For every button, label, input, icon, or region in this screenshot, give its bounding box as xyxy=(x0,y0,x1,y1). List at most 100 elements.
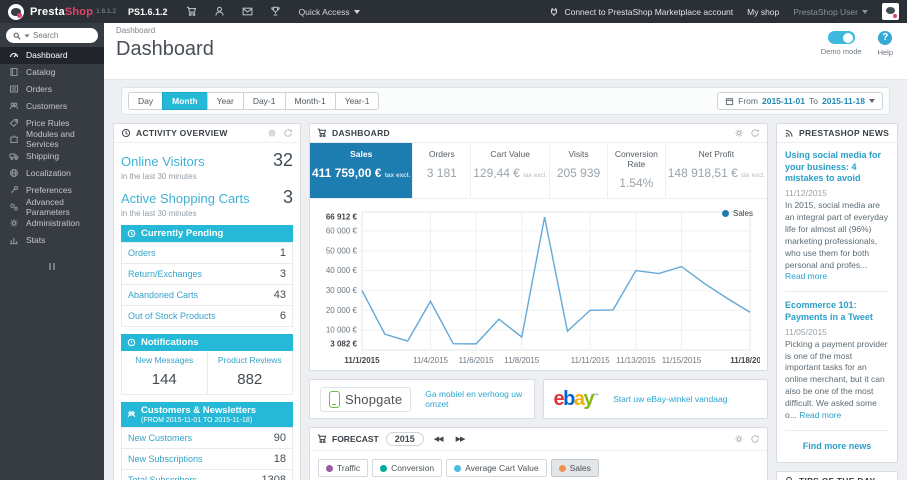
abandoned-carts-link[interactable]: Abandoned Carts xyxy=(128,290,198,300)
chart-legend[interactable]: Sales xyxy=(721,209,753,218)
read-more-link[interactable]: Read more xyxy=(799,410,841,420)
avatar[interactable] xyxy=(882,3,899,20)
pending-returns-link[interactable]: Return/Exchanges xyxy=(128,269,202,279)
ebay-banner[interactable]: ebay™ Start uw eBay-winkel vandaag xyxy=(542,379,768,419)
cart-icon[interactable] xyxy=(186,6,197,17)
gears-icon xyxy=(10,203,18,211)
sidebar-item-label: Administration xyxy=(26,218,80,229)
product-reviews-cell[interactable]: Product Reviews 882 xyxy=(206,351,293,394)
kpi-label: Visits xyxy=(568,149,589,159)
legend-traffic-toggle[interactable]: Traffic xyxy=(318,459,369,477)
period-year-button[interactable]: Year xyxy=(206,92,244,110)
kpi-net-profit-tab[interactable]: Net Profit 148 918,51 € tax excl. xyxy=(664,143,767,198)
customer-icon[interactable] xyxy=(214,6,225,17)
out-of-stock-link[interactable]: Out of Stock Products xyxy=(128,311,216,321)
next-year-button[interactable]: ▶▶ xyxy=(453,433,468,445)
sidebar-collapse-button[interactable] xyxy=(0,262,104,270)
kpi-cart-value-tab[interactable]: Cart Value 129,44 € tax excl. xyxy=(470,143,549,198)
svg-text:60 000 €: 60 000 € xyxy=(326,226,358,235)
marketplace-link[interactable]: Connect to PrestaShop Marketplace accoun… xyxy=(549,7,733,17)
sidebar-item-orders[interactable]: Orders xyxy=(0,81,104,98)
date-range-picker[interactable]: From 2015-11-01 To 2015-11-18 xyxy=(717,92,883,110)
gear-icon[interactable] xyxy=(734,434,744,444)
online-visitors-link[interactable]: Online Visitors xyxy=(121,154,205,169)
traffic-dot-icon xyxy=(326,464,333,472)
kpi-orders-tab[interactable]: Orders 3 181 xyxy=(412,143,470,198)
kpi-note: tax excl. xyxy=(741,172,765,179)
sidebar-item-advanced-parameters[interactable]: Advanced Parameters xyxy=(0,197,104,217)
cart-icon xyxy=(317,434,327,444)
article-title-link[interactable]: Ecommerce 101: Payments in a Tweet xyxy=(785,300,889,323)
active-carts-link[interactable]: Active Shopping Carts xyxy=(121,191,250,206)
chevron-down-icon[interactable] xyxy=(24,33,30,38)
sidebar-item-administration[interactable]: Administration xyxy=(0,215,104,232)
demo-mode-toggle[interactable] xyxy=(827,31,855,44)
sidebar-item-modules[interactable]: Modules and Services xyxy=(0,129,104,149)
new-customers-link[interactable]: New Customers xyxy=(128,433,192,443)
trophy-icon[interactable] xyxy=(270,6,281,17)
sidebar-item-localization[interactable]: Localization xyxy=(0,165,104,182)
period-day-button[interactable]: Day xyxy=(128,92,164,110)
kpi-visits-tab[interactable]: Visits 205 939 xyxy=(549,143,607,198)
total-subscribers-link[interactable]: Total Subscribers xyxy=(128,475,197,480)
read-more-link[interactable]: Read more xyxy=(785,271,827,281)
tips-title: TIPS OF THE DAY xyxy=(799,476,875,480)
user-menu[interactable]: PrestaShop User xyxy=(793,7,868,17)
refresh-icon[interactable] xyxy=(283,128,293,138)
search-input[interactable] xyxy=(33,31,85,40)
puzzle-icon xyxy=(10,135,18,144)
pending-orders-link[interactable]: Orders xyxy=(128,248,156,258)
article-title-link[interactable]: Using social media for your business: 4 … xyxy=(785,150,889,185)
sidebar-item-dashboard[interactable]: Dashboard xyxy=(0,47,104,64)
quick-access-menu[interactable]: Quick Access xyxy=(299,7,360,17)
sidebar-search[interactable] xyxy=(6,28,98,43)
new-messages-cell[interactable]: New Messages 144 xyxy=(122,351,207,394)
shopgate-banner[interactable]: Shopgate Ga mobiel en verhoog uw omzet xyxy=(309,379,535,419)
pending-orders-value: 1 xyxy=(279,247,286,259)
kpi-label: Sales xyxy=(350,149,373,159)
refresh-icon[interactable] xyxy=(750,128,760,138)
svg-text:10 000 €: 10 000 € xyxy=(326,326,358,335)
sales-chart-area: 66 912 € 60 000 € 50 000 € 40 000 € 30 000 €… xyxy=(310,199,767,370)
brand-presta: Presta xyxy=(30,5,65,18)
kpi-conversion-tab[interactable]: Conversion Rate 1.54% xyxy=(606,143,665,198)
kpi-strip: Sales 411 759,00 € tax excl. Orders 3 181 … xyxy=(310,143,767,199)
period-month-1-button[interactable]: Month-1 xyxy=(284,92,336,110)
breadcrumb[interactable]: Dashboard xyxy=(116,26,895,35)
online-visitors-sub: in the last 30 minutes xyxy=(121,172,197,181)
find-more-news-link[interactable]: Find more news xyxy=(785,439,889,455)
sales-dot-icon xyxy=(558,464,566,472)
date-to-value: 2015-11-18 xyxy=(821,96,865,106)
kpi-sales-tab[interactable]: Sales 411 759,00 € tax excl. xyxy=(310,143,413,198)
sidebar-item-customers[interactable]: Customers xyxy=(0,97,104,114)
period-month-button[interactable]: Month xyxy=(162,92,208,110)
svg-text:11/11/2015: 11/11/2015 xyxy=(571,356,610,365)
help-icon[interactable]: ? xyxy=(878,31,893,45)
sidebar-item-catalog[interactable]: Catalog xyxy=(0,64,104,81)
search-icon xyxy=(13,32,21,40)
gear-icon[interactable] xyxy=(267,128,277,138)
currently-pending-title: Currently Pending xyxy=(141,228,224,239)
legend-sales-toggle[interactable]: Sales xyxy=(550,459,599,477)
ebay-link[interactable]: Start uw eBay-winkel vandaag xyxy=(613,394,727,404)
gear-icon[interactable] xyxy=(734,128,744,138)
sidebar-item-shipping[interactable]: Shipping xyxy=(0,148,104,165)
page-head: Dashboard Dashboard Demo mode ? Help xyxy=(104,23,907,80)
date-from-value: 2015-11-01 xyxy=(761,96,805,106)
shopgate-link[interactable]: Ga mobiel en verhoog uw omzet xyxy=(425,389,523,409)
period-day-1-button[interactable]: Day-1 xyxy=(242,92,286,110)
forecast-year[interactable]: 2015 xyxy=(385,432,424,446)
legend-avg-cart-toggle[interactable]: Average Cart Value xyxy=(446,459,547,477)
messages-icon[interactable] xyxy=(242,6,253,17)
customers-newsletters-subtitle: (FROM 2015-11-01 TO 2015-11-18) xyxy=(141,417,253,424)
prev-year-button[interactable]: ◀◀ xyxy=(431,433,446,445)
refresh-icon[interactable] xyxy=(750,434,760,444)
my-shop-link[interactable]: My shop xyxy=(747,7,779,17)
new-subscriptions-link[interactable]: New Subscriptions xyxy=(128,454,203,464)
period-year-1-button[interactable]: Year-1 xyxy=(334,92,380,110)
out-of-stock-value: 6 xyxy=(279,310,286,322)
sidebar-item-stats[interactable]: Stats xyxy=(0,232,104,249)
svg-text:11/18/2015: 11/18/2015 xyxy=(730,356,760,365)
legend-conversion-toggle[interactable]: Conversion xyxy=(372,459,443,477)
pending-row: Out of Stock Products 6 xyxy=(122,305,292,326)
